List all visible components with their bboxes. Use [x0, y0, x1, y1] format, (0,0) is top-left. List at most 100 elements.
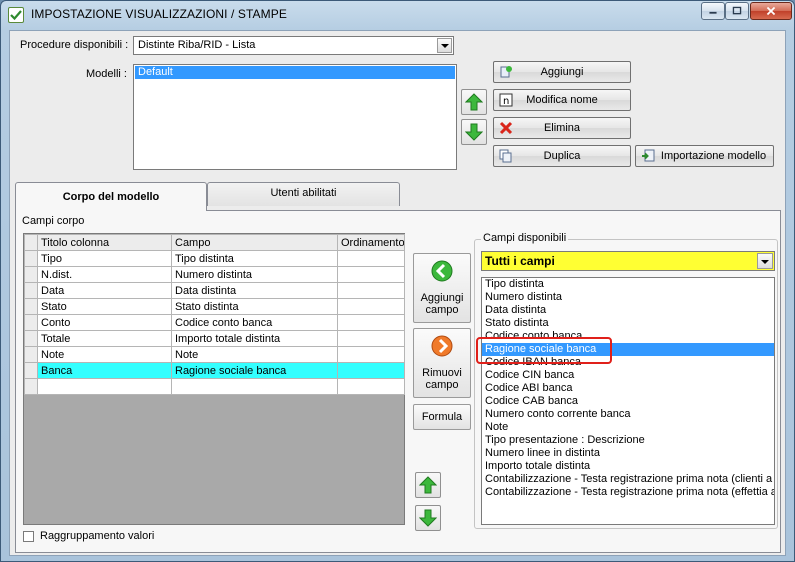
- field-move-up-button[interactable]: [415, 472, 441, 498]
- raggruppamento-checkbox[interactable]: [23, 531, 34, 542]
- elimina-label: Elimina: [543, 122, 581, 134]
- cell-campo[interactable]: Codice conto banca: [171, 314, 338, 331]
- table-row[interactable]: [24, 378, 405, 395]
- list-item[interactable]: Codice CIN banca: [482, 369, 774, 382]
- row-indicator[interactable]: [24, 346, 38, 363]
- modifica-nome-button[interactable]: n Modifica nome: [493, 89, 631, 111]
- title-bar[interactable]: IMPOSTAZIONE VISUALIZZAZIONI / STAMPE: [1, 1, 794, 29]
- tab-corpo-del-modello[interactable]: Corpo del modello: [15, 182, 207, 211]
- orange-arrow-right-icon: [431, 335, 453, 357]
- raggruppamento-label: Raggruppamento valori: [40, 530, 155, 542]
- column-header-campo[interactable]: Campo: [171, 234, 338, 251]
- table-row[interactable]: Data Data distinta: [24, 282, 405, 299]
- cell-campo[interactable]: Numero distinta: [171, 266, 338, 283]
- list-item[interactable]: Numero linee in distinta: [482, 447, 774, 460]
- tab-utenti-abilitati[interactable]: Utenti abilitati: [207, 182, 400, 206]
- cell-ordinamento[interactable]: [337, 314, 405, 331]
- cell-campo[interactable]: Data distinta: [171, 282, 338, 299]
- cell-ordinamento[interactable]: [337, 378, 405, 395]
- cell-titolo[interactable]: Tipo: [37, 250, 172, 267]
- move-down-button[interactable]: [461, 119, 487, 145]
- table-row[interactable]: Tipo Tipo distinta: [24, 250, 405, 267]
- cell-campo[interactable]: Importo totale distinta: [171, 330, 338, 347]
- minimize-button[interactable]: [701, 2, 725, 20]
- elimina-button[interactable]: Elimina: [493, 117, 631, 139]
- aggiungi-campo-button[interactable]: Aggiungi campo: [413, 253, 471, 323]
- table-row[interactable]: Stato Stato distinta: [24, 298, 405, 315]
- row-indicator[interactable]: [24, 250, 38, 267]
- rimuovi-campo-button[interactable]: Rimuovi campo: [413, 328, 471, 398]
- close-button[interactable]: [750, 2, 792, 20]
- list-item[interactable]: Codice CAB banca: [482, 395, 774, 408]
- table-row[interactable]: Note Note: [24, 346, 405, 363]
- cell-campo[interactable]: Tipo distinta: [171, 250, 338, 267]
- row-indicator[interactable]: [24, 362, 38, 379]
- table-row[interactable]: N.dist. Numero distinta: [24, 266, 405, 283]
- cell-titolo[interactable]: Note: [37, 346, 172, 363]
- list-item[interactable]: Tipo presentazione : Descrizione: [482, 434, 774, 447]
- list-item[interactable]: Importo totale distinta: [482, 460, 774, 473]
- tab-panel-corpo: Campi corpo Titolo colonna Campo Ordinam…: [15, 210, 781, 553]
- move-up-button[interactable]: [461, 89, 487, 115]
- maximize-button[interactable]: [725, 2, 749, 20]
- formula-button[interactable]: Formula: [413, 404, 471, 430]
- list-item[interactable]: Numero distinta: [482, 291, 774, 304]
- close-icon: [766, 6, 776, 16]
- list-item[interactable]: Codice ABI banca: [482, 382, 774, 395]
- campi-disponibili-list[interactable]: Tipo distinta Numero distinta Data distint…: [481, 277, 775, 525]
- row-indicator[interactable]: [24, 282, 38, 299]
- cell-campo[interactable]: Note: [171, 346, 338, 363]
- cell-campo[interactable]: Stato distinta: [171, 298, 338, 315]
- cell-ordinamento[interactable]: [337, 362, 405, 379]
- cell-ordinamento[interactable]: [337, 250, 405, 267]
- duplica-button[interactable]: Duplica: [493, 145, 631, 167]
- cell-ordinamento[interactable]: [337, 282, 405, 299]
- cell-campo[interactable]: Ragione sociale banca: [171, 362, 338, 379]
- aggiungi-button[interactable]: Aggiungi: [493, 61, 631, 83]
- green-arrow-down-icon: [465, 123, 483, 141]
- cell-ordinamento[interactable]: [337, 346, 405, 363]
- row-indicator[interactable]: [24, 330, 38, 347]
- cell-ordinamento[interactable]: [337, 266, 405, 283]
- list-item[interactable]: Contabilizzazione - Testa registrazione …: [482, 473, 774, 486]
- cell-campo[interactable]: [171, 378, 338, 395]
- chevron-down-icon[interactable]: [757, 253, 773, 269]
- list-item[interactable]: Note: [482, 421, 774, 434]
- row-indicator[interactable]: [24, 298, 38, 315]
- row-indicator[interactable]: [24, 378, 38, 395]
- cell-titolo[interactable]: Data: [37, 282, 172, 299]
- list-item[interactable]: Data distinta: [482, 304, 774, 317]
- table-row[interactable]: Conto Codice conto banca: [24, 314, 405, 331]
- cell-ordinamento[interactable]: [337, 330, 405, 347]
- column-header-ordinamento[interactable]: Ordinamento: [337, 234, 405, 251]
- campi-corpo-grid[interactable]: Titolo colonna Campo Ordinamento Tipo Tip…: [23, 233, 405, 525]
- tab-corpo-label: Corpo del modello: [62, 191, 160, 203]
- list-item[interactable]: Tipo distinta: [482, 278, 774, 291]
- list-item[interactable]: Stato distinta: [482, 317, 774, 330]
- campi-filter-value: Tutti i campi: [485, 254, 555, 268]
- chevron-down-icon[interactable]: [437, 38, 452, 53]
- list-item[interactable]: Numero conto corrente banca: [482, 408, 774, 421]
- campi-disponibili-group: Campi disponibili Tutti i campi Tipo dis…: [474, 232, 778, 529]
- campi-filter-select[interactable]: Tutti i campi: [481, 251, 775, 271]
- cell-titolo[interactable]: N.dist.: [37, 266, 172, 283]
- table-row[interactable]: Banca Ragione sociale banca: [24, 362, 405, 379]
- row-indicator[interactable]: [24, 266, 38, 283]
- cell-titolo[interactable]: Conto: [37, 314, 172, 331]
- modelli-item[interactable]: Default: [135, 66, 455, 79]
- field-move-down-button[interactable]: [415, 505, 441, 531]
- duplica-label: Duplica: [543, 150, 581, 162]
- cell-titolo[interactable]: [37, 378, 172, 395]
- cell-ordinamento[interactable]: [337, 298, 405, 315]
- modelli-list[interactable]: Default: [133, 64, 457, 170]
- list-item[interactable]: Contabilizzazione - Testa registrazione …: [482, 486, 774, 499]
- cell-titolo[interactable]: Totale: [37, 330, 172, 347]
- table-row[interactable]: Totale Importo totale distinta: [24, 330, 405, 347]
- modelli-label: Modelli :: [86, 68, 127, 80]
- column-header-titolo[interactable]: Titolo colonna: [37, 234, 172, 251]
- procedure-select[interactable]: Distinte Riba/RID - Lista: [133, 36, 454, 55]
- importazione-modello-button[interactable]: Importazione modello: [635, 145, 774, 167]
- row-indicator[interactable]: [24, 314, 38, 331]
- cell-titolo[interactable]: Banca: [37, 362, 172, 379]
- cell-titolo[interactable]: Stato: [37, 298, 172, 315]
